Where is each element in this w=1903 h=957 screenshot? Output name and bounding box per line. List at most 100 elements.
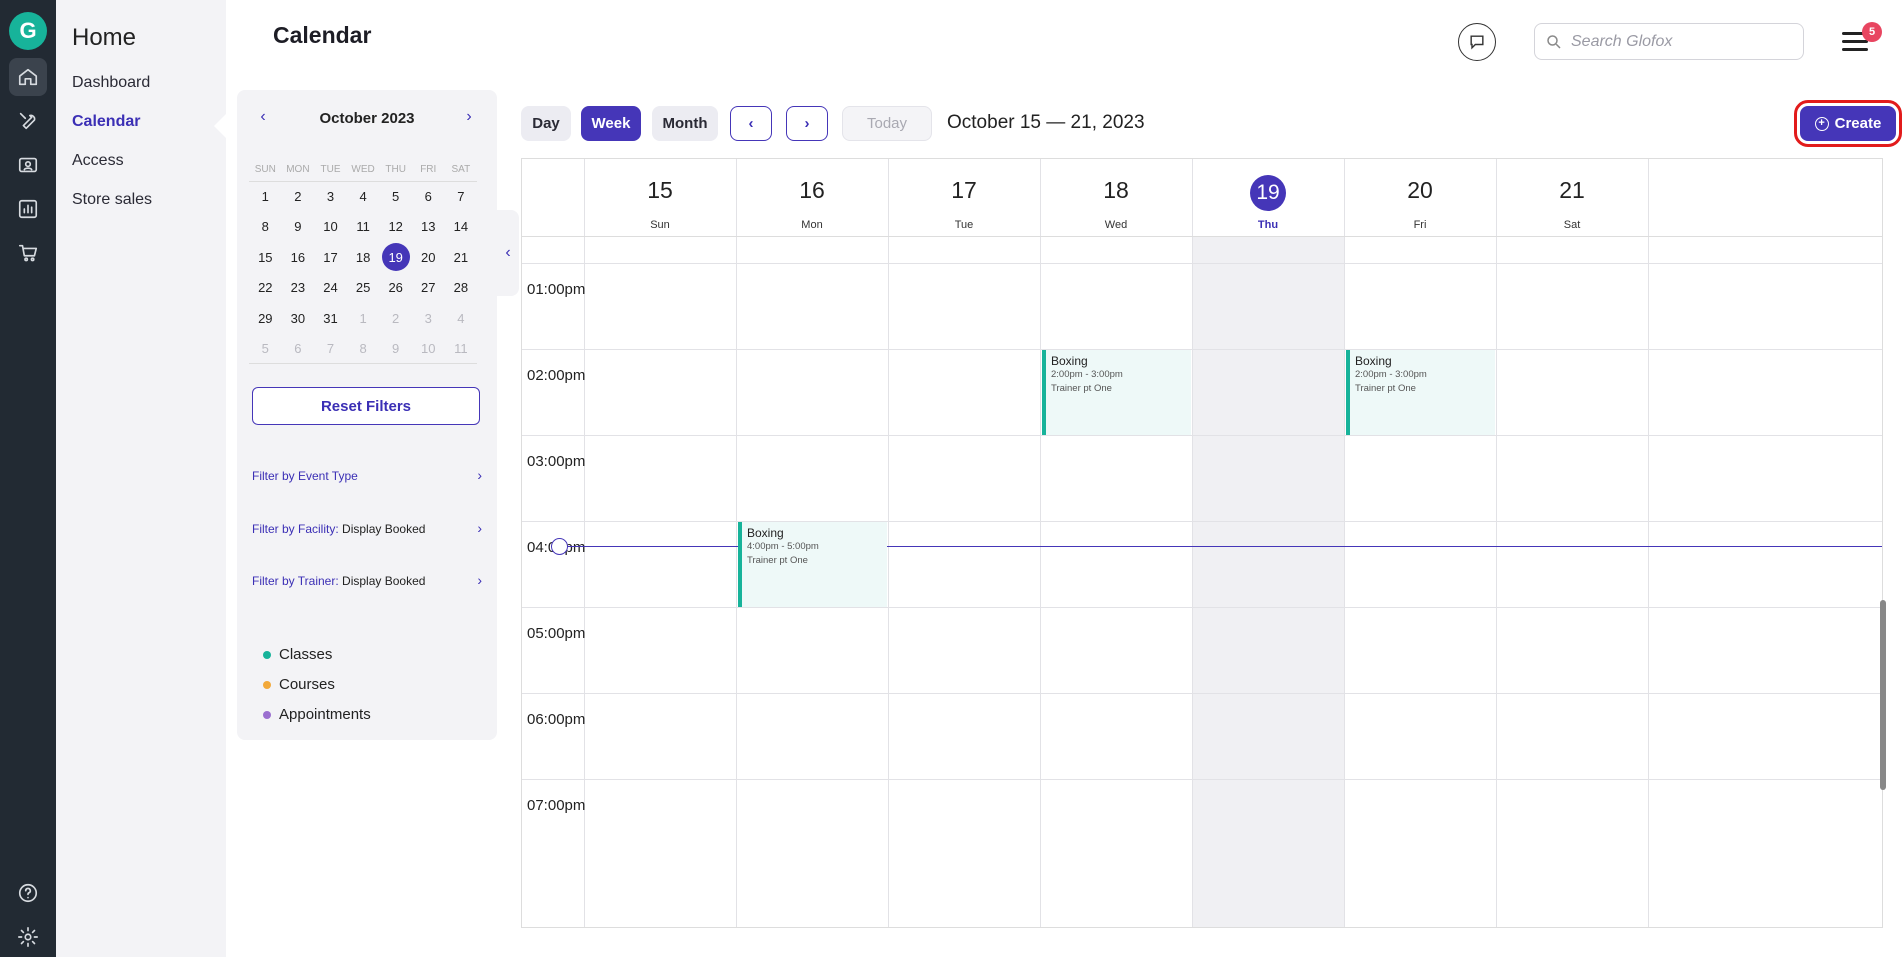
- mini-calendar-day[interactable]: 14: [445, 212, 478, 243]
- nav-item-dashboard[interactable]: Dashboard: [72, 74, 150, 92]
- day-header-wed[interactable]: 18 Wed: [1040, 159, 1192, 237]
- gear-icon[interactable]: [9, 918, 47, 956]
- mini-calendar-day[interactable]: 21: [445, 242, 478, 273]
- mini-calendar-day[interactable]: 9: [379, 334, 412, 365]
- reset-filters-button[interactable]: Reset Filters: [252, 387, 480, 425]
- mini-calendar-day-number: 27: [421, 280, 436, 296]
- mini-calendar-day-number: 21: [453, 249, 469, 265]
- glofox-logo-icon[interactable]: [9, 12, 47, 50]
- mini-calendar-day[interactable]: 7: [314, 334, 347, 365]
- event-block[interactable]: Boxing 2:00pm - 3:00pm Trainer pt One: [1042, 350, 1191, 435]
- mini-calendar-day-number: 29: [258, 310, 273, 326]
- help-icon[interactable]: [9, 874, 47, 912]
- mini-calendar-day[interactable]: 8: [249, 212, 282, 243]
- bar-chart-icon[interactable]: [9, 190, 47, 228]
- mini-calendar-day[interactable]: 5: [379, 181, 412, 212]
- cart-icon[interactable]: [9, 234, 47, 272]
- mini-weekday-label: SAT: [451, 164, 471, 175]
- calendar-scrollbar[interactable]: [1880, 600, 1886, 790]
- mini-calendar-day-number: 6: [294, 341, 302, 357]
- view-week-button[interactable]: Week: [581, 106, 641, 141]
- day-number: 19: [1250, 175, 1286, 211]
- mini-calendar-day-number: 14: [453, 219, 469, 235]
- mini-calendar-day[interactable]: 10: [412, 334, 445, 365]
- user-card-icon[interactable]: [9, 146, 47, 184]
- mini-calendar-day[interactable]: 23: [282, 273, 315, 304]
- filter-facility[interactable]: Filter by Facility: Display Booked ›: [252, 520, 482, 536]
- mini-calendar-day-number: 25: [355, 280, 371, 296]
- mini-calendar-day-number: 31: [323, 310, 338, 326]
- mini-calendar-day[interactable]: 1: [347, 303, 380, 334]
- mini-calendar-day[interactable]: 6: [412, 181, 445, 212]
- mini-calendar-day[interactable]: 16: [282, 242, 315, 273]
- filter-trainer[interactable]: Filter by Trainer: Display Booked ›: [252, 572, 482, 588]
- mini-calendar-day[interactable]: 22: [249, 273, 282, 304]
- mini-calendar-day[interactable]: 24: [314, 273, 347, 304]
- mini-calendar-day[interactable]: 2: [379, 303, 412, 334]
- notification-badge: 5: [1862, 22, 1882, 42]
- create-button[interactable]: + Create: [1794, 100, 1902, 147]
- event-block[interactable]: Boxing 4:00pm - 5:00pm Trainer pt One: [738, 522, 887, 607]
- mini-calendar-day[interactable]: 19: [379, 242, 412, 273]
- today-button[interactable]: Today: [842, 106, 932, 141]
- mini-calendar-day[interactable]: 20: [412, 242, 445, 273]
- nav-item-access[interactable]: Access: [72, 152, 124, 170]
- mini-calendar-day[interactable]: 18: [347, 242, 380, 273]
- mini-calendar-day[interactable]: 11: [347, 212, 380, 243]
- mini-calendar-day[interactable]: 12: [379, 212, 412, 243]
- view-month-button[interactable]: Month: [652, 106, 718, 141]
- mini-calendar-day[interactable]: 15: [249, 242, 282, 273]
- search-input[interactable]: [1571, 32, 1791, 51]
- filter-facility-label: Filter by Facility:: [252, 522, 339, 536]
- mini-calendar-day[interactable]: 31: [314, 303, 347, 334]
- mini-calendar-day[interactable]: 6: [282, 334, 315, 365]
- week-calendar-grid: 15 Sun 16 Mon 17 Tue 18 Wed 19 Thu 20 Fri 21 Sat 01:0…: [521, 158, 1883, 928]
- day-header-sun[interactable]: 15 Sun: [584, 159, 736, 237]
- mini-calendar-day[interactable]: 4: [445, 303, 478, 334]
- mini-calendar-day[interactable]: 17: [314, 242, 347, 273]
- mini-calendar-day[interactable]: 30: [282, 303, 315, 334]
- nav-item-calendar[interactable]: Calendar: [72, 113, 140, 131]
- create-button-label: Create: [1834, 115, 1882, 132]
- mini-calendar-day[interactable]: 29: [249, 303, 282, 334]
- day-header-mon[interactable]: 16 Mon: [736, 159, 888, 237]
- day-header-fri[interactable]: 20 Fri: [1344, 159, 1496, 237]
- mini-calendar-day[interactable]: 25: [347, 273, 380, 304]
- hour-label: 02:00pm: [527, 367, 586, 384]
- mini-calendar-day[interactable]: 2: [282, 181, 315, 212]
- nav-item-store-sales[interactable]: Store sales: [72, 191, 152, 209]
- mini-calendar-day[interactable]: 28: [445, 273, 478, 304]
- home-icon[interactable]: [9, 58, 47, 96]
- prev-week-chevron-left-icon[interactable]: ‹: [730, 106, 772, 141]
- mini-calendar-day[interactable]: 8: [347, 334, 380, 365]
- mini-calendar-day[interactable]: 9: [282, 212, 315, 243]
- mini-calendar-day[interactable]: 27: [412, 273, 445, 304]
- mini-calendar-day[interactable]: 13: [412, 212, 445, 243]
- mini-next-month-icon[interactable]: ›: [459, 108, 479, 126]
- mini-calendar-day[interactable]: 3: [412, 303, 445, 334]
- mini-prev-month-icon[interactable]: ‹: [253, 108, 273, 126]
- collapse-panel-chevron-left-icon[interactable]: ‹: [497, 210, 519, 296]
- wrench-icon[interactable]: [9, 102, 47, 140]
- event-block[interactable]: Boxing 2:00pm - 3:00pm Trainer pt One: [1346, 350, 1495, 435]
- next-week-chevron-right-icon[interactable]: ›: [786, 106, 828, 141]
- mini-calendar-day[interactable]: 4: [347, 181, 380, 212]
- hour-line: [522, 607, 1882, 608]
- day-header-thu[interactable]: 19 Thu: [1192, 159, 1344, 237]
- day-number: 18: [1103, 177, 1129, 203]
- mini-calendar-day[interactable]: 10: [314, 212, 347, 243]
- day-header-sat[interactable]: 21 Sat: [1496, 159, 1648, 237]
- day-number: 21: [1559, 177, 1585, 203]
- mini-calendar-day[interactable]: 1: [249, 181, 282, 212]
- mini-calendar-day[interactable]: 7: [445, 181, 478, 212]
- view-day-button[interactable]: Day: [521, 106, 571, 141]
- mini-calendar-day[interactable]: 11: [445, 334, 478, 365]
- chat-button[interactable]: [1458, 23, 1496, 61]
- mini-calendar-day[interactable]: 3: [314, 181, 347, 212]
- day-header-tue[interactable]: 17 Tue: [888, 159, 1040, 237]
- filter-event-type[interactable]: Filter by Event Type ›: [252, 467, 482, 483]
- event-name: Boxing: [747, 526, 784, 540]
- mini-calendar-day[interactable]: 26: [379, 273, 412, 304]
- mini-calendar-day[interactable]: 5: [249, 334, 282, 365]
- hour-line: [522, 263, 1882, 264]
